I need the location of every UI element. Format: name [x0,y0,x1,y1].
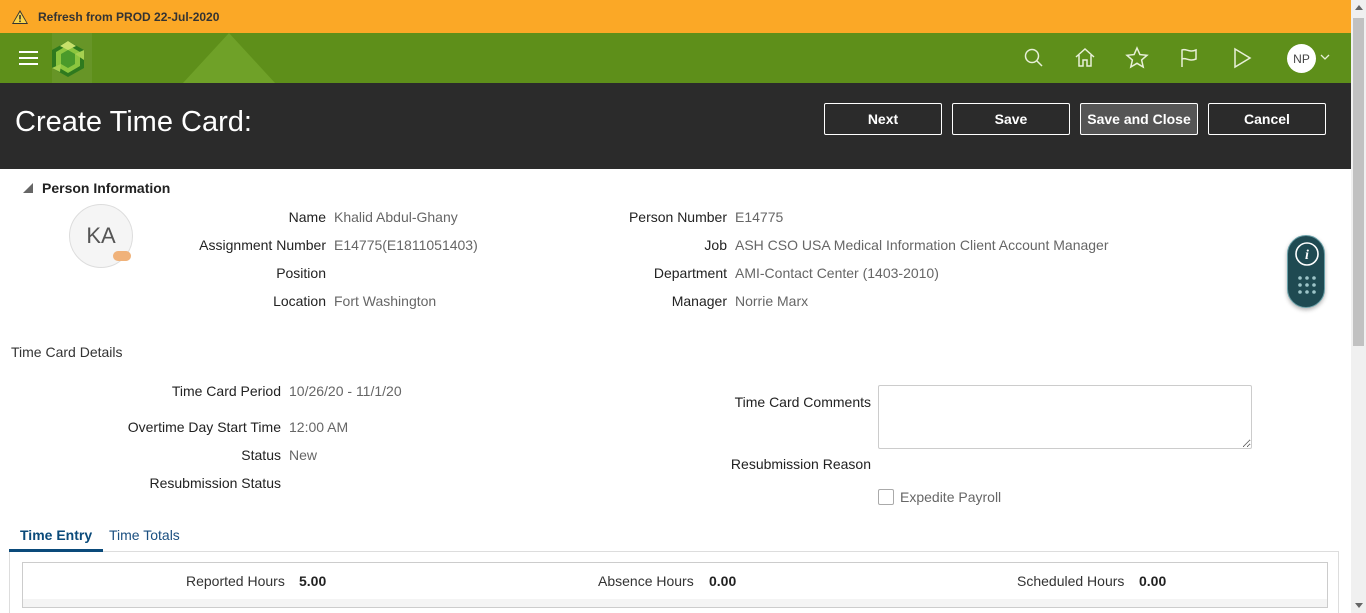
save-and-close-button[interactable]: Save and Close [1080,103,1198,135]
user-avatar-button[interactable]: NP [1287,44,1316,73]
department-value: AMI-Contact Center (1403-2010) [735,265,939,281]
time-card-period-label: Time Card Period [171,383,281,399]
collapse-triangle-icon[interactable] [22,182,34,194]
section-title: Person Information [42,180,171,196]
send-icon[interactable] [1230,46,1254,70]
global-header: NP [0,33,1351,83]
assignment-number-label: Assignment Number [199,237,326,253]
department-label: Department [653,265,727,281]
scrollbar-thumb[interactable] [1353,18,1364,346]
save-button[interactable]: Save [952,103,1070,135]
search-icon[interactable] [1022,46,1046,70]
chevron-down-icon[interactable] [1320,53,1330,61]
assignment-number-value: E14775(E1811051403) [334,237,478,253]
time-card-period-value: 10/26/20 - 11/1/20 [289,383,402,399]
manager-label: Manager [671,293,727,309]
page-title: Create Time Card: [15,106,252,138]
person-number-value: E14775 [735,209,784,225]
resubmission-status-label: Resubmission Status [149,475,281,491]
tab-time-entry[interactable]: Time Entry [9,521,104,552]
hamburger-icon[interactable] [19,51,38,65]
location-label: Location [273,293,326,309]
job-label: Job [704,237,727,253]
status-label: Status [241,447,281,463]
home-icon[interactable] [1073,46,1097,70]
reported-hours-label: Reported Hours [186,573,285,589]
info-icon[interactable]: i [1288,236,1326,309]
manager-value: Norrie Marx [735,293,809,309]
position-label: Position [276,265,326,281]
resubmission-reason-label: Resubmission Reason [730,456,871,472]
name-value: Khalid Abdul-Ghany [334,209,458,225]
scheduled-hours-label: Scheduled Hours [1017,573,1125,589]
warning-icon [12,9,28,24]
overtime-start-value: 12:00 AM [289,419,349,435]
location-value: Fort Washington [334,293,437,309]
banner-text: Refresh from PROD 22-Jul-2020 [38,9,220,24]
cancel-button[interactable]: Cancel [1208,103,1326,135]
environment-banner: Refresh from PROD 22-Jul-2020 [0,0,1351,33]
person-information-header[interactable]: Person Information [22,180,170,196]
hours-summary: Reported Hours 5.00 Absence Hours 0.00 S… [22,562,1328,608]
svg-text:i: i [1305,248,1309,263]
more-badge-icon[interactable] [113,251,131,261]
grid-dots-icon [1298,276,1316,294]
logo-icon[interactable] [49,40,87,78]
reported-hours-value: 5.00 [299,573,327,589]
time-card-comments-field[interactable] [878,385,1252,449]
absence-hours-label: Absence Hours [598,573,694,589]
vertical-scrollbar[interactable] [1351,0,1366,613]
status-value: New [289,447,318,463]
flag-icon[interactable] [1177,46,1201,70]
person-number-label: Person Number [628,209,727,225]
absence-hours-value: 0.00 [709,573,737,589]
page-header: Create Time Card: Next Save Save and Clo… [0,83,1351,169]
name-label: Name [288,209,326,225]
tab-bar: Time Entry Time Totals [9,521,1339,552]
job-value: ASH CSO USA Medical Information Client A… [735,237,1109,253]
expedite-payroll-checkbox[interactable] [878,489,894,505]
star-icon[interactable] [1125,46,1149,70]
next-button[interactable]: Next [824,103,942,135]
person-avatar[interactable]: KA [69,204,133,268]
overtime-start-label: Overtime Day Start Time [127,419,281,435]
scheduled-hours-value: 0.00 [1139,573,1167,589]
expedite-payroll-label[interactable]: Expedite Payroll [900,489,1001,505]
time-card-comments-label: Time Card Comments [734,394,871,410]
tab-time-totals[interactable]: Time Totals [98,521,191,552]
time-entry-panel: Reported Hours 5.00 Absence Hours 0.00 S… [9,552,1339,613]
help-widget[interactable]: i [1287,235,1325,308]
time-card-details-title: Time Card Details [11,344,123,360]
avatar-initials: KA [86,223,116,248]
